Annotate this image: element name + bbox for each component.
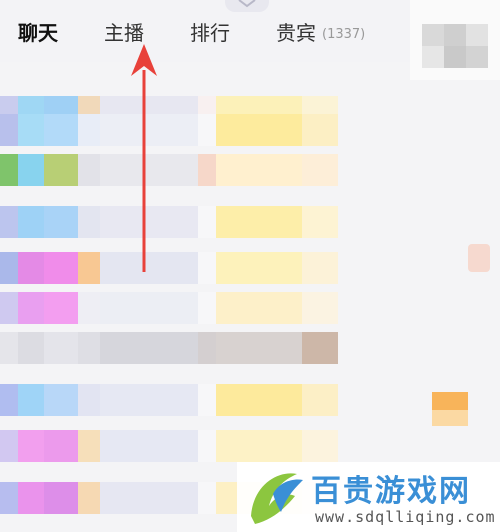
brand-logo-icon bbox=[251, 473, 303, 524]
watermark-url: www.sdqlliqing.com bbox=[315, 508, 496, 526]
site-watermark: 百贵游戏网 www.sdqlliqing.com bbox=[237, 462, 500, 532]
annotation-arrow-icon bbox=[131, 44, 157, 272]
watermark-title: 百贵游戏网 bbox=[311, 474, 471, 509]
